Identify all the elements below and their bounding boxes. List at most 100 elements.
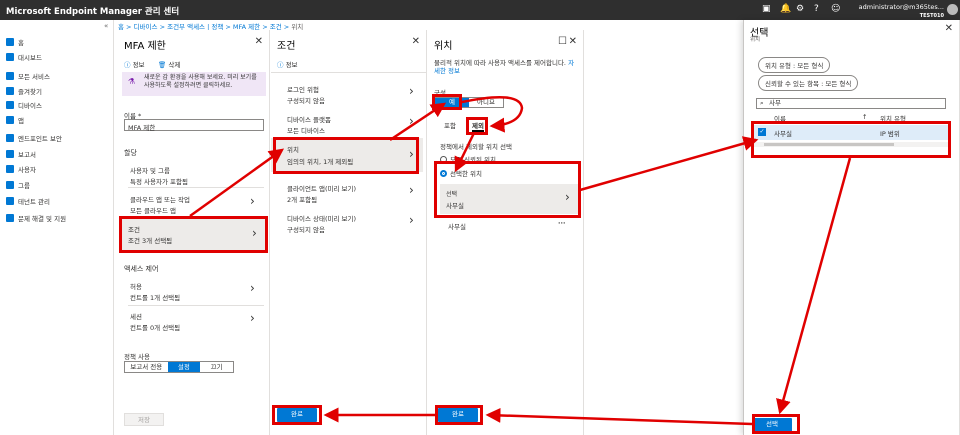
nav-item[interactable]: 테넌트 관리 <box>6 196 50 206</box>
panel-title: 위치 <box>434 41 453 52</box>
close-icon[interactable]: ✕ <box>255 36 263 47</box>
close-icon[interactable]: ✕ <box>569 36 577 47</box>
nav-item[interactable]: 그룹 <box>6 180 30 190</box>
select-button[interactable]: 선택 <box>752 418 792 432</box>
filter-location-type[interactable]: 위치 유형 : 모든 형식 <box>758 57 831 73</box>
preview-banner[interactable]: ⚗ 새로운 감 환경을 사용해 보세요. 미리 보기를 사용하도록 설정하려면 … <box>122 72 266 96</box>
star-icon <box>6 87 14 95</box>
nav-item[interactable]: 모든 서비스 <box>6 71 50 81</box>
close-icon[interactable]: ✕ <box>412 36 420 47</box>
more-icon[interactable]: ··· <box>558 219 565 227</box>
feedback-icon[interactable]: ☺ <box>831 4 840 14</box>
name-input[interactable]: MFA 제한 <box>124 119 264 132</box>
apps-icon <box>6 116 14 124</box>
toggle-off[interactable]: 끄기 <box>200 362 233 372</box>
nav-item[interactable]: 즐겨찾기 <box>6 86 42 96</box>
sort-icon[interactable]: ↑ <box>862 113 867 121</box>
config-toggle[interactable]: 예 아니요 <box>434 97 504 108</box>
save-button[interactable]: 저장 <box>124 413 164 426</box>
select-panel: 선택 위치 ✕ 위치 유형 : 모든 형식 신뢰할 수 있는 항목 : 모든 형… <box>743 20 960 435</box>
search-input[interactable]: ⌕ 사무 <box>756 98 946 109</box>
nav-item[interactable]: 사용자 <box>6 164 36 174</box>
panel-title: MFA 제한 <box>124 41 166 52</box>
user-icon <box>6 165 14 173</box>
divider <box>128 187 264 188</box>
chevron-right-icon: › <box>409 114 414 128</box>
nav-item[interactable]: 엔드포인트 보안 <box>6 133 62 143</box>
config-label: 구성 <box>434 89 446 97</box>
info-button[interactable]: ⓘ 정보 <box>124 59 145 69</box>
condition-row[interactable]: 클라이언트 앱(미리 보기) 2개 포함됨 › <box>271 177 423 205</box>
chevron-right-icon: › <box>250 311 255 325</box>
locations-panel: 위치 ☐ ✕ 물리적 위치에 따라 사용자 액세스를 제어합니다. 자세한 정보… <box>428 30 584 435</box>
filter-trusted[interactable]: 신뢰할 수 있는 항목 : 모든 형식 <box>758 75 859 91</box>
toggle-no[interactable]: 아니요 <box>469 98 503 107</box>
option-all-trusted[interactable]: 모든 신뢰된 위치 <box>440 154 496 164</box>
home-icon <box>6 38 14 46</box>
maximize-icon[interactable]: ☐ <box>558 36 567 47</box>
wrench-icon <box>6 214 14 222</box>
option-selected[interactable]: 선택한 위치 <box>440 168 482 178</box>
conditions-row[interactable]: 조건 조건 3개 선택됨 › <box>122 218 267 251</box>
condition-row[interactable]: 로그인 위험 구성되지 않음 › <box>271 78 423 106</box>
toggle-report-only[interactable]: 보고서 전용 <box>125 362 168 372</box>
top-bar: Microsoft Endpoint Manager 관리 센터 ▣ 🔔 ⚙ ?… <box>0 0 960 20</box>
nav-item[interactable]: 앱 <box>6 115 24 125</box>
account-info[interactable]: administrator@m365tes... TEST010 <box>859 3 944 20</box>
collapse-icon[interactable]: « <box>104 22 108 30</box>
avatar[interactable] <box>947 4 958 15</box>
gear-icon[interactable]: ⚙ <box>796 4 804 14</box>
chevron-right-icon: › <box>409 213 414 227</box>
divider <box>128 305 264 306</box>
radio-icon <box>440 156 447 163</box>
chevron-right-icon: › <box>250 281 255 295</box>
trash-icon: 🗑 <box>158 61 167 69</box>
app-title[interactable]: Microsoft Endpoint Manager 관리 센터 <box>6 5 179 17</box>
search-icon: ⌕ <box>760 99 764 107</box>
row-type: IP 범위 <box>880 130 900 138</box>
tab-include[interactable]: 포함 <box>444 120 456 130</box>
cloud-shell-icon[interactable]: ▣ <box>762 4 771 14</box>
notification-icon[interactable]: 🔔 <box>780 4 791 14</box>
condition-row[interactable]: 위치 임의의 위치, 1개 제외됨 › <box>271 138 423 172</box>
panel-title: 조건 <box>277 41 296 52</box>
assign-heading: 할당 <box>124 149 137 157</box>
device-icon <box>6 101 14 109</box>
close-icon[interactable]: ✕ <box>945 23 953 34</box>
nav-item[interactable]: 홈 <box>6 37 24 47</box>
checkbox-checked-icon[interactable]: ✓ <box>758 128 766 136</box>
chevron-right-icon: › <box>252 226 257 240</box>
chevron-right-icon: › <box>250 194 255 208</box>
mfa-policy-panel: MFA 제한 ✕ ⓘ 정보 🗑 삭제 ⚗ 새로운 감 환경을 사용해 보세요. … <box>118 30 270 435</box>
scrollbar-thumb[interactable] <box>764 143 894 146</box>
policy-toggle[interactable]: 보고서 전용 설정 끄기 <box>124 361 234 373</box>
done-button[interactable]: 완료 <box>277 408 317 422</box>
toggle-yes[interactable]: 예 <box>435 98 469 107</box>
nav-item[interactable]: 문제 해결 및 지원 <box>6 213 66 223</box>
enable-label: 정책 사용 <box>124 353 150 361</box>
tab-exclude[interactable]: 제외 <box>472 120 484 132</box>
report-icon <box>6 150 14 158</box>
table-row[interactable]: ✓ 사무실 IP 범위 <box>754 125 949 140</box>
panel-subtitle: 위치 <box>750 37 761 43</box>
row-name: 사무실 <box>774 130 792 138</box>
horizontal-scrollbar[interactable] <box>754 142 949 147</box>
condition-row[interactable]: 디바이스 플랫폼 모든 디바이스 › <box>271 108 423 136</box>
nav-item[interactable]: 대시보드 <box>6 52 42 62</box>
delete-button[interactable]: 🗑 삭제 <box>158 59 180 69</box>
info-button[interactable]: ⓘ 정보 <box>277 59 298 69</box>
toggle-on[interactable]: 설정 <box>167 362 201 372</box>
chevron-right-icon: › <box>565 190 570 204</box>
chevron-right-icon: › <box>409 147 414 161</box>
nav-item[interactable]: 보고서 <box>6 149 36 159</box>
list-icon <box>6 72 14 80</box>
nav-item[interactable]: 디바이스 <box>6 100 42 110</box>
chevron-right-icon: › <box>409 84 414 98</box>
help-icon[interactable]: ? <box>814 4 819 14</box>
selected-locations-row[interactable]: 선택 사무실 › <box>440 184 578 214</box>
flask-icon: ⚗ <box>128 77 136 86</box>
radio-selected-icon <box>440 170 447 177</box>
done-button[interactable]: 완료 <box>438 408 478 422</box>
condition-row[interactable]: 디바이스 상태(미리 보기) 구성되지 않음 › <box>271 207 423 235</box>
conditions-panel: 조건 ✕ ⓘ 정보 로그인 위험 구성되지 않음 › 디바이스 플랫폼 모든 디바이스 ›… <box>271 30 427 435</box>
